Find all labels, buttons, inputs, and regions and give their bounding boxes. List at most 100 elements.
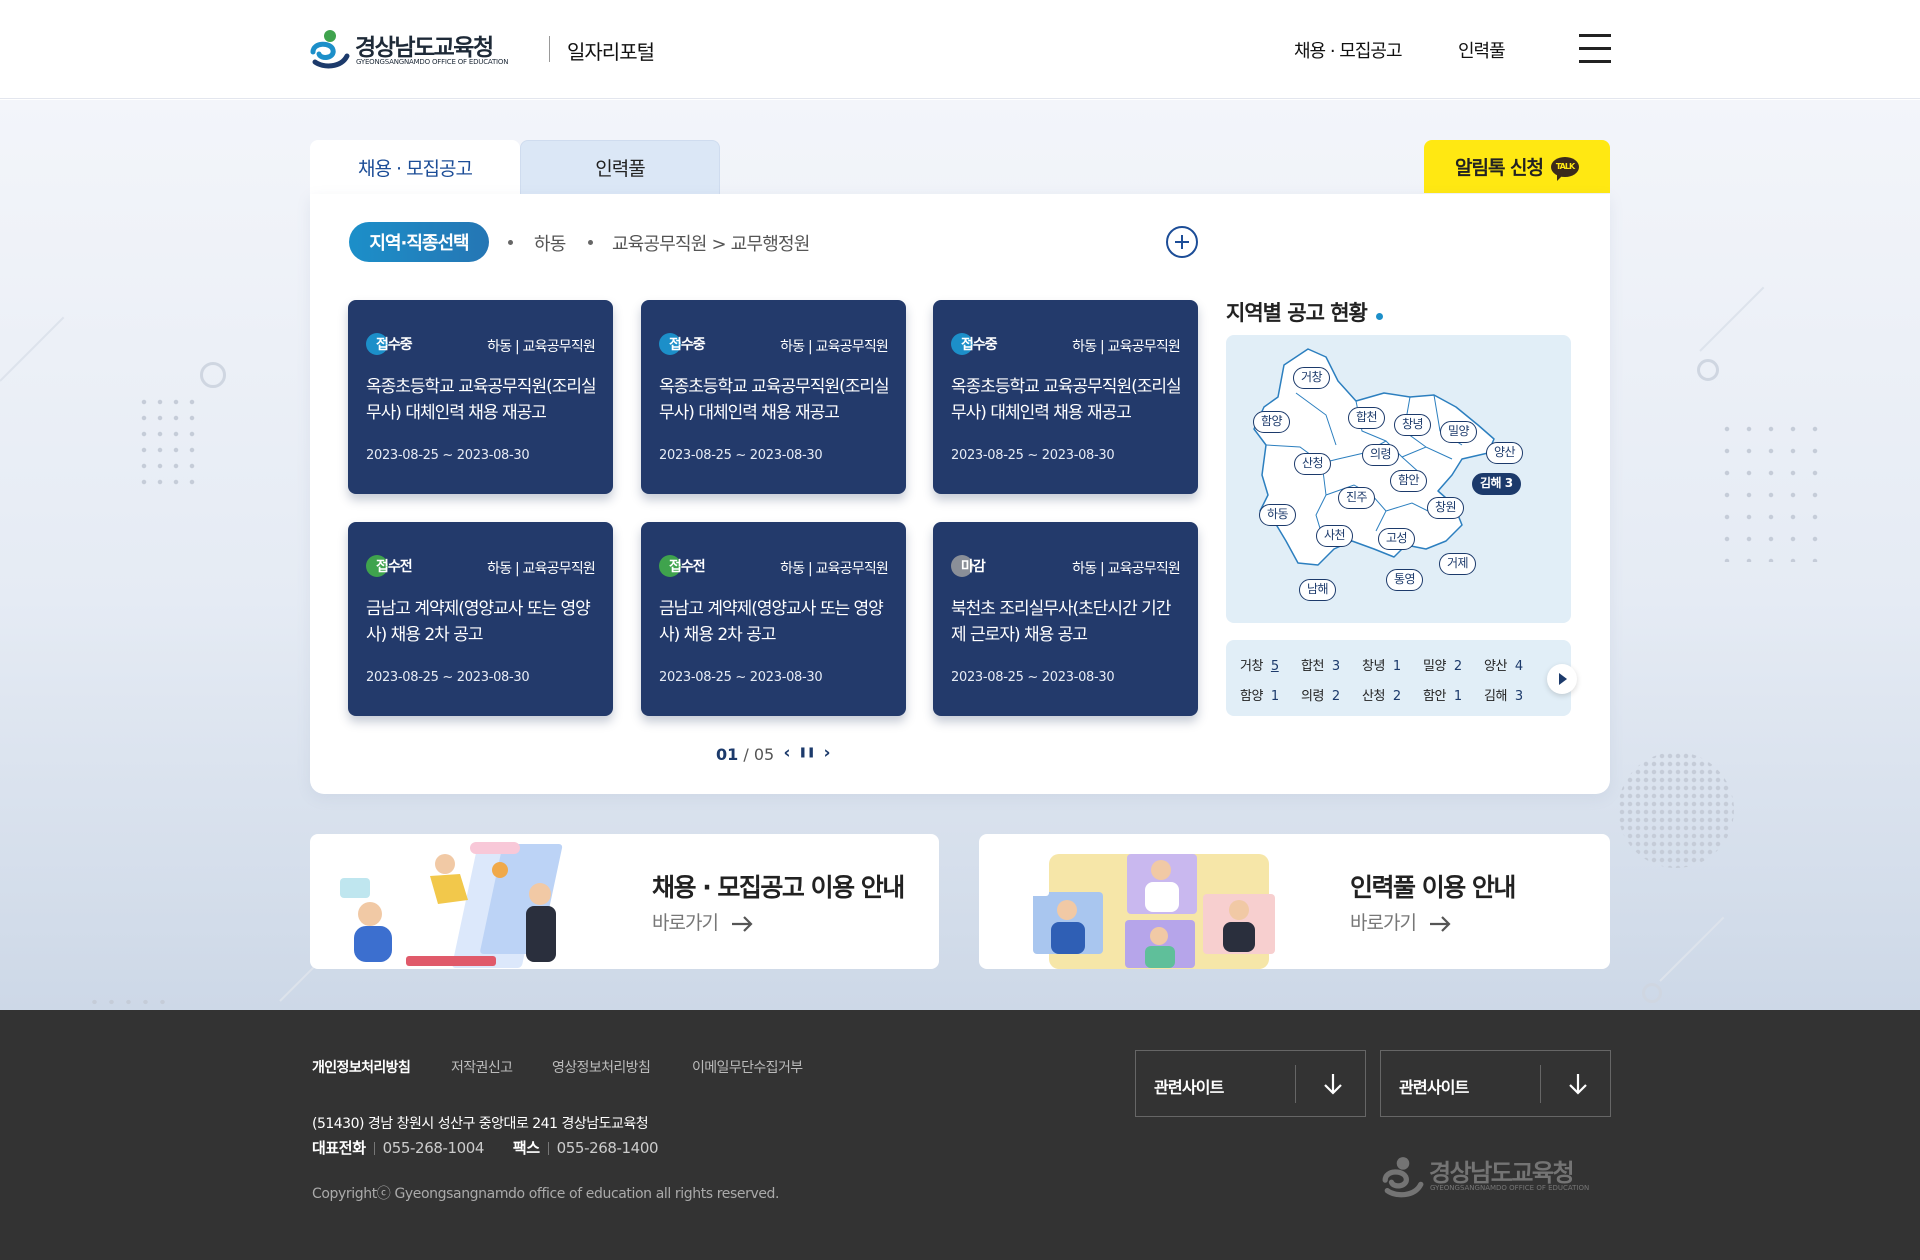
footer-link-privacy[interactable]: 개인정보처리방침 [312, 1057, 411, 1077]
map-region-haman[interactable]: 함안 [1390, 470, 1428, 492]
recruit-illustration-icon [340, 842, 563, 968]
status-label: 마감 [961, 559, 986, 575]
guide-link[interactable]: 바로가기 [652, 908, 753, 935]
map-region-goseong[interactable]: 고성 [1378, 528, 1416, 550]
pause-icon[interactable]: ❚❚ [798, 743, 816, 763]
related-site-select[interactable]: 관련사이트 [1135, 1050, 1366, 1117]
status-label: 접수중 [961, 337, 998, 353]
nav-talent-pool[interactable]: 인력풀 [1458, 37, 1506, 63]
region-job-select-button[interactable]: 지역·직종선택 [349, 222, 489, 262]
status-badge: 접수전 [366, 554, 413, 578]
stat-region: 거창 [1240, 659, 1263, 674]
plus-circle-icon[interactable] [1166, 226, 1198, 258]
job-card[interactable]: 접수중 하동 | 교육공무직원 옥종초등학교 교육공무직원(조리실무사) 대체인… [933, 300, 1198, 494]
recruit-guide-card[interactable]: 채용 · 모집공고 이용 안내 바로가기 [310, 834, 939, 969]
map-region-sancheong[interactable]: 산청 [1294, 453, 1332, 475]
footer-logo: 경상남도교육청 GYEONGSANGNAMDO OFFICE OF EDUCAT… [1381, 1153, 1611, 1198]
map-region-changnyeong[interactable]: 창녕 [1394, 414, 1432, 436]
arrow-right-icon [731, 915, 753, 932]
stat-item[interactable]: 양산 4 [1484, 655, 1523, 674]
job-card[interactable]: 접수중 하동 | 교육공무직원 옥종초등학교 교육공무직원(조리실무사) 대체인… [641, 300, 906, 494]
stat-item[interactable]: 함양 1 [1240, 685, 1279, 704]
footer-link-email[interactable]: 이메일무단수집거부 [692, 1057, 803, 1077]
stat-count: 5 [1270, 659, 1279, 674]
kakao-button-label: 알림톡 신청 [1454, 157, 1544, 179]
guide-title: 채용 · 모집공고 이용 안내 [652, 873, 905, 902]
map-region-geoje[interactable]: 거제 [1439, 553, 1477, 575]
stat-item[interactable]: 창녕 1 [1362, 655, 1401, 674]
stat-region: 밀양 [1423, 659, 1446, 674]
job-title: 옥종초등학교 교육공무직원(조리실무사) 대체인력 채용 재공고 [659, 377, 890, 423]
bullet-dot [588, 240, 593, 245]
phone-number: 055-268-1004 [382, 1139, 485, 1157]
job-title: 금남고 계약제(영양교사 또는 영양사) 채용 2차 공고 [659, 599, 884, 645]
job-card[interactable]: 접수전 하동 | 교육공무직원 금남고 계약제(영양교사 또는 영양사) 채용 … [348, 522, 613, 716]
site-logo[interactable]: 경상남도교육청 GYEONGSANGNAMDO OFFICE OF EDUCAT… [309, 26, 533, 74]
map-region-namhae[interactable]: 남해 [1299, 579, 1337, 601]
map-region-geochang[interactable]: 거창 [1293, 367, 1331, 389]
map-region-tongyeong[interactable]: 통영 [1386, 569, 1424, 591]
divider [547, 1142, 549, 1155]
guide-link-label: 바로가기 [1350, 912, 1417, 934]
chevron-left-icon[interactable]: ‹ [778, 743, 796, 763]
map-region-changwon[interactable]: 창원 [1427, 497, 1465, 519]
footer-copyright: Copyrightⓒ Gyeongsangnamdo office of edu… [312, 1186, 780, 1202]
job-date: 2023-08-25 ~ 2023-08-30 [366, 448, 530, 463]
stat-item[interactable]: 김해 3 [1484, 685, 1523, 704]
stat-region: 함안 [1423, 689, 1446, 704]
job-card[interactable]: 마감 하동 | 교육공무직원 북천초 조리실무사(초단시간 기간제 근로자) 채… [933, 522, 1198, 716]
arrow-right-icon [1429, 915, 1451, 932]
stat-item[interactable]: 함안 1 [1423, 685, 1462, 704]
map-region-hadong[interactable]: 하동 [1259, 504, 1297, 526]
play-next-icon[interactable] [1547, 664, 1577, 694]
map-region-hapcheon[interactable]: 합천 [1348, 407, 1386, 429]
stat-item[interactable]: 합천 3 [1301, 655, 1340, 674]
guide-link[interactable]: 바로가기 [1350, 908, 1451, 935]
map-region-gimhae[interactable]: 김해 3 [1472, 473, 1521, 495]
stat-region: 함양 [1240, 689, 1263, 704]
job-title: 북천초 조리실무사(초단시간 기간제 근로자) 채용 공고 [951, 599, 1171, 645]
stat-item[interactable]: 밀양 2 [1423, 655, 1462, 674]
kakao-talk-icon: TALK [1551, 156, 1579, 181]
stat-item[interactable]: 산청 2 [1362, 685, 1401, 704]
logo-divider [549, 36, 550, 62]
stat-count: 2 [1453, 659, 1462, 674]
filter-job-type: 교육공무직원 > 교무행정원 [612, 234, 810, 255]
map-region-hamyang[interactable]: 함양 [1253, 411, 1291, 433]
map-region-uiryeong[interactable]: 의령 [1362, 444, 1400, 466]
footer-logo-text: 경상남도교육청 [1429, 1159, 1575, 1187]
footer-link-cctv[interactable]: 영상정보처리방침 [552, 1057, 651, 1077]
decor-dots [1716, 418, 1818, 562]
kakao-alimtalk-button[interactable]: 알림톡 신청 TALK [1424, 140, 1610, 193]
stat-count: 2 [1392, 689, 1401, 704]
site-footer [0, 1010, 1920, 1260]
total-pages: / 05 [743, 745, 775, 764]
stat-region: 산청 [1362, 689, 1385, 704]
stat-item[interactable]: 거창 5 [1240, 655, 1279, 674]
map-region-yangsan[interactable]: 양산 [1486, 442, 1524, 464]
chevron-right-icon[interactable]: › [818, 743, 836, 763]
stat-region: 양산 [1484, 659, 1507, 674]
footer-link-copyright[interactable]: 저작권신고 [451, 1057, 513, 1077]
job-date: 2023-08-25 ~ 2023-08-30 [366, 670, 530, 685]
status-badge: 접수전 [659, 554, 706, 578]
job-card[interactable]: 접수전 하동 | 교육공무직원 금남고 계약제(영양교사 또는 영양사) 채용 … [641, 522, 906, 716]
stat-region: 합천 [1301, 659, 1324, 674]
nav-recruit[interactable]: 채용 · 모집공고 [1294, 37, 1403, 63]
site-name[interactable]: 일자리포털 [567, 36, 655, 65]
region-map: 거창 함양 합천 창녕 밀양 양산 의령 산청 함안 김해 3 진주 창원 하동… [1226, 335, 1571, 623]
map-region-sacheon[interactable]: 사천 [1316, 525, 1354, 547]
stat-item[interactable]: 의령 2 [1301, 685, 1340, 704]
map-region-jinju[interactable]: 진주 [1338, 487, 1376, 509]
status-badge: 접수중 [951, 332, 998, 356]
tab-recruit[interactable]: 채용 · 모집공고 [310, 140, 520, 195]
related-site-select[interactable]: 관련사이트 [1380, 1050, 1611, 1117]
job-card[interactable]: 접수중 하동 | 교육공무직원 옥종초등학교 교육공무직원(조리실무사) 대체인… [348, 300, 613, 494]
fax-label: 팩스 [512, 1139, 540, 1157]
tab-talent-pool[interactable]: 인력풀 [520, 140, 720, 194]
hamburger-icon[interactable] [1579, 34, 1611, 63]
talent-pool-guide-card[interactable]: 인력풀 이용 안내 바로가기 [979, 834, 1610, 969]
arrow-down-icon [1569, 1074, 1587, 1095]
map-region-miryang[interactable]: 밀양 [1440, 421, 1478, 443]
job-region: 하동 | 교육공무직원 [487, 339, 596, 355]
